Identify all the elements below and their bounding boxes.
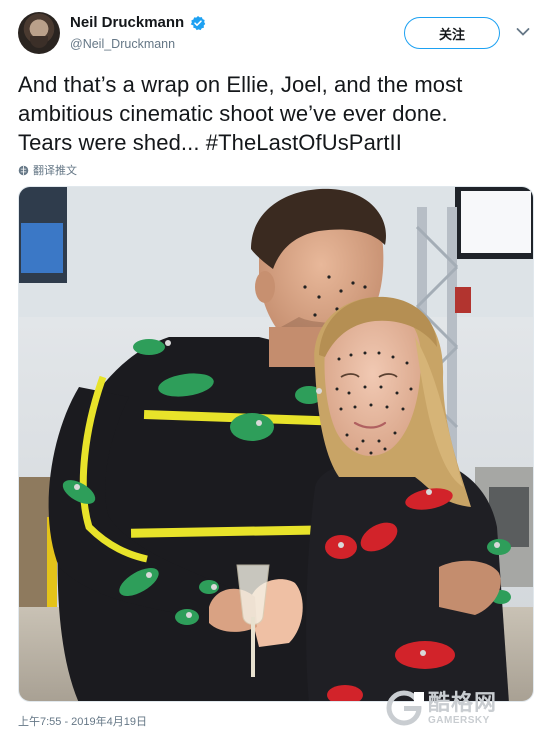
tweet-card: Neil Druckmann @Neil_Druckmann 关注 And th… <box>0 0 550 739</box>
watermark-text: 酷格网 GAMERSKY <box>428 689 498 726</box>
tweet-text-line: Tears were shed... #TheLastOfUsPartII <box>18 128 538 157</box>
author-name-row: Neil Druckmann <box>70 14 206 31</box>
verified-badge-icon <box>190 15 206 30</box>
hashtag-link[interactable]: #TheLastOfUsPartII <box>206 130 402 155</box>
chevron-down-icon[interactable] <box>516 27 530 37</box>
tweet-text-line: And that’s a wrap on Ellie, Joel, and th… <box>18 72 463 97</box>
globe-icon <box>18 165 29 175</box>
author-handle[interactable]: @Neil_Druckmann <box>70 37 175 51</box>
tweet-text-line: ambitious cinematic shoot we’ve ever don… <box>18 101 448 126</box>
avatar[interactable] <box>18 12 60 54</box>
tweet-timestamp[interactable]: 上午7:55 - 2019年4月19日 <box>18 713 147 729</box>
site-watermark: 酷格网 GAMERSKY <box>384 688 497 728</box>
watermark-logo-icon <box>386 690 424 726</box>
author-display-name[interactable]: Neil Druckmann <box>70 14 184 31</box>
tweet-photo[interactable] <box>18 186 534 702</box>
photo-illustration <box>19 187 533 701</box>
translate-tweet-link[interactable]: 翻译推文 <box>18 162 77 178</box>
watermark-english-text: GAMERSKY <box>428 714 490 726</box>
follow-button[interactable]: 关注 <box>404 17 500 49</box>
translate-label: 翻译推文 <box>33 165 77 177</box>
tweet-text-fragment: Tears were shed... <box>18 130 206 155</box>
watermark-chinese-text: 酷格网 <box>428 689 498 715</box>
tweet-text: And that’s a wrap on Ellie, Joel, and th… <box>18 70 538 157</box>
